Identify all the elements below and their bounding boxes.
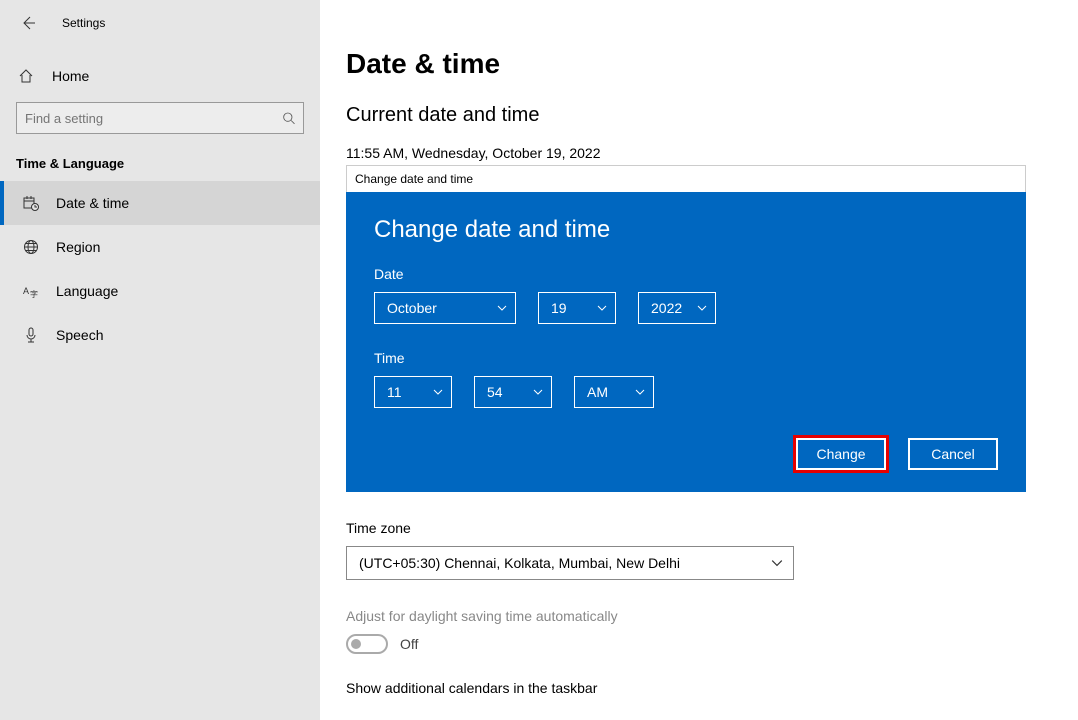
ampm-select[interactable]: AM (574, 376, 654, 408)
chevron-down-icon (697, 303, 707, 313)
year-select[interactable]: 2022 (638, 292, 716, 324)
chevron-down-icon (597, 303, 607, 313)
header: Settings (0, 0, 320, 46)
sidebar-item-date-time[interactable]: Date & time (0, 181, 320, 225)
minute-select[interactable]: 54 (474, 376, 552, 408)
timezone-label: Time zone (346, 520, 1078, 536)
sidebar-item-label: Language (56, 283, 118, 299)
month-select[interactable]: October (374, 292, 516, 324)
svg-text:A: A (23, 286, 29, 296)
dialog-heading: Change date and time (374, 216, 998, 244)
sidebar-item-region[interactable]: Region (0, 225, 320, 269)
sidebar-item-label: Speech (56, 327, 103, 343)
day-select[interactable]: 19 (538, 292, 616, 324)
language-icon: A字 (23, 283, 39, 299)
dst-toggle[interactable] (346, 634, 388, 654)
search-input[interactable] (25, 111, 282, 126)
date-label: Date (374, 266, 998, 282)
current-datetime: 11:55 AM, Wednesday, October 19, 2022 (346, 145, 1078, 161)
home-label: Home (52, 68, 89, 84)
time-label: Time (374, 350, 998, 366)
additional-calendars-label: Show additional calendars in the taskbar (346, 680, 1078, 696)
main-content: Date & time Current date and time 11:55 … (320, 0, 1078, 720)
cancel-button[interactable]: Cancel (908, 438, 998, 470)
svg-text:字: 字 (30, 289, 38, 299)
dst-label: Adjust for daylight saving time automati… (346, 608, 1078, 624)
page-title: Date & time (346, 48, 1078, 80)
chevron-down-icon (635, 387, 645, 397)
month-value: October (387, 300, 437, 316)
change-date-time-dialog: Change date and time Change date and tim… (346, 165, 1026, 492)
home-link[interactable]: Home (0, 58, 320, 94)
timezone-select[interactable]: (UTC+05:30) Chennai, Kolkata, Mumbai, Ne… (346, 546, 794, 580)
chevron-down-icon (497, 303, 507, 313)
dst-state: Off (400, 636, 418, 652)
search-input-container[interactable] (16, 102, 304, 134)
sidebar: Settings Home Time & Language Date & tim… (0, 0, 320, 720)
back-arrow-icon (20, 15, 36, 31)
hour-value: 11 (387, 384, 402, 400)
hour-select[interactable]: 11 (374, 376, 452, 408)
day-value: 19 (551, 300, 567, 316)
chevron-down-icon (771, 557, 783, 569)
microphone-icon (23, 327, 39, 343)
timezone-value: (UTC+05:30) Chennai, Kolkata, Mumbai, Ne… (359, 555, 680, 571)
calendar-clock-icon (23, 195, 39, 211)
chevron-down-icon (433, 387, 443, 397)
search-icon (282, 111, 295, 125)
year-value: 2022 (651, 300, 682, 316)
section-label: Time & Language (0, 142, 320, 181)
globe-icon (23, 239, 39, 255)
change-button[interactable]: Change (796, 438, 886, 470)
sidebar-item-language[interactable]: A字 Language (0, 269, 320, 313)
dialog-titlebar: Change date and time (346, 165, 1026, 192)
minute-value: 54 (487, 384, 503, 400)
chevron-down-icon (533, 387, 543, 397)
subtitle: Current date and time (346, 104, 1078, 127)
header-title: Settings (62, 16, 105, 30)
back-button[interactable] (8, 3, 48, 43)
home-icon (18, 68, 34, 84)
sidebar-item-speech[interactable]: Speech (0, 313, 320, 357)
sidebar-item-label: Region (56, 239, 100, 255)
ampm-value: AM (587, 384, 608, 400)
sidebar-item-label: Date & time (56, 195, 129, 211)
